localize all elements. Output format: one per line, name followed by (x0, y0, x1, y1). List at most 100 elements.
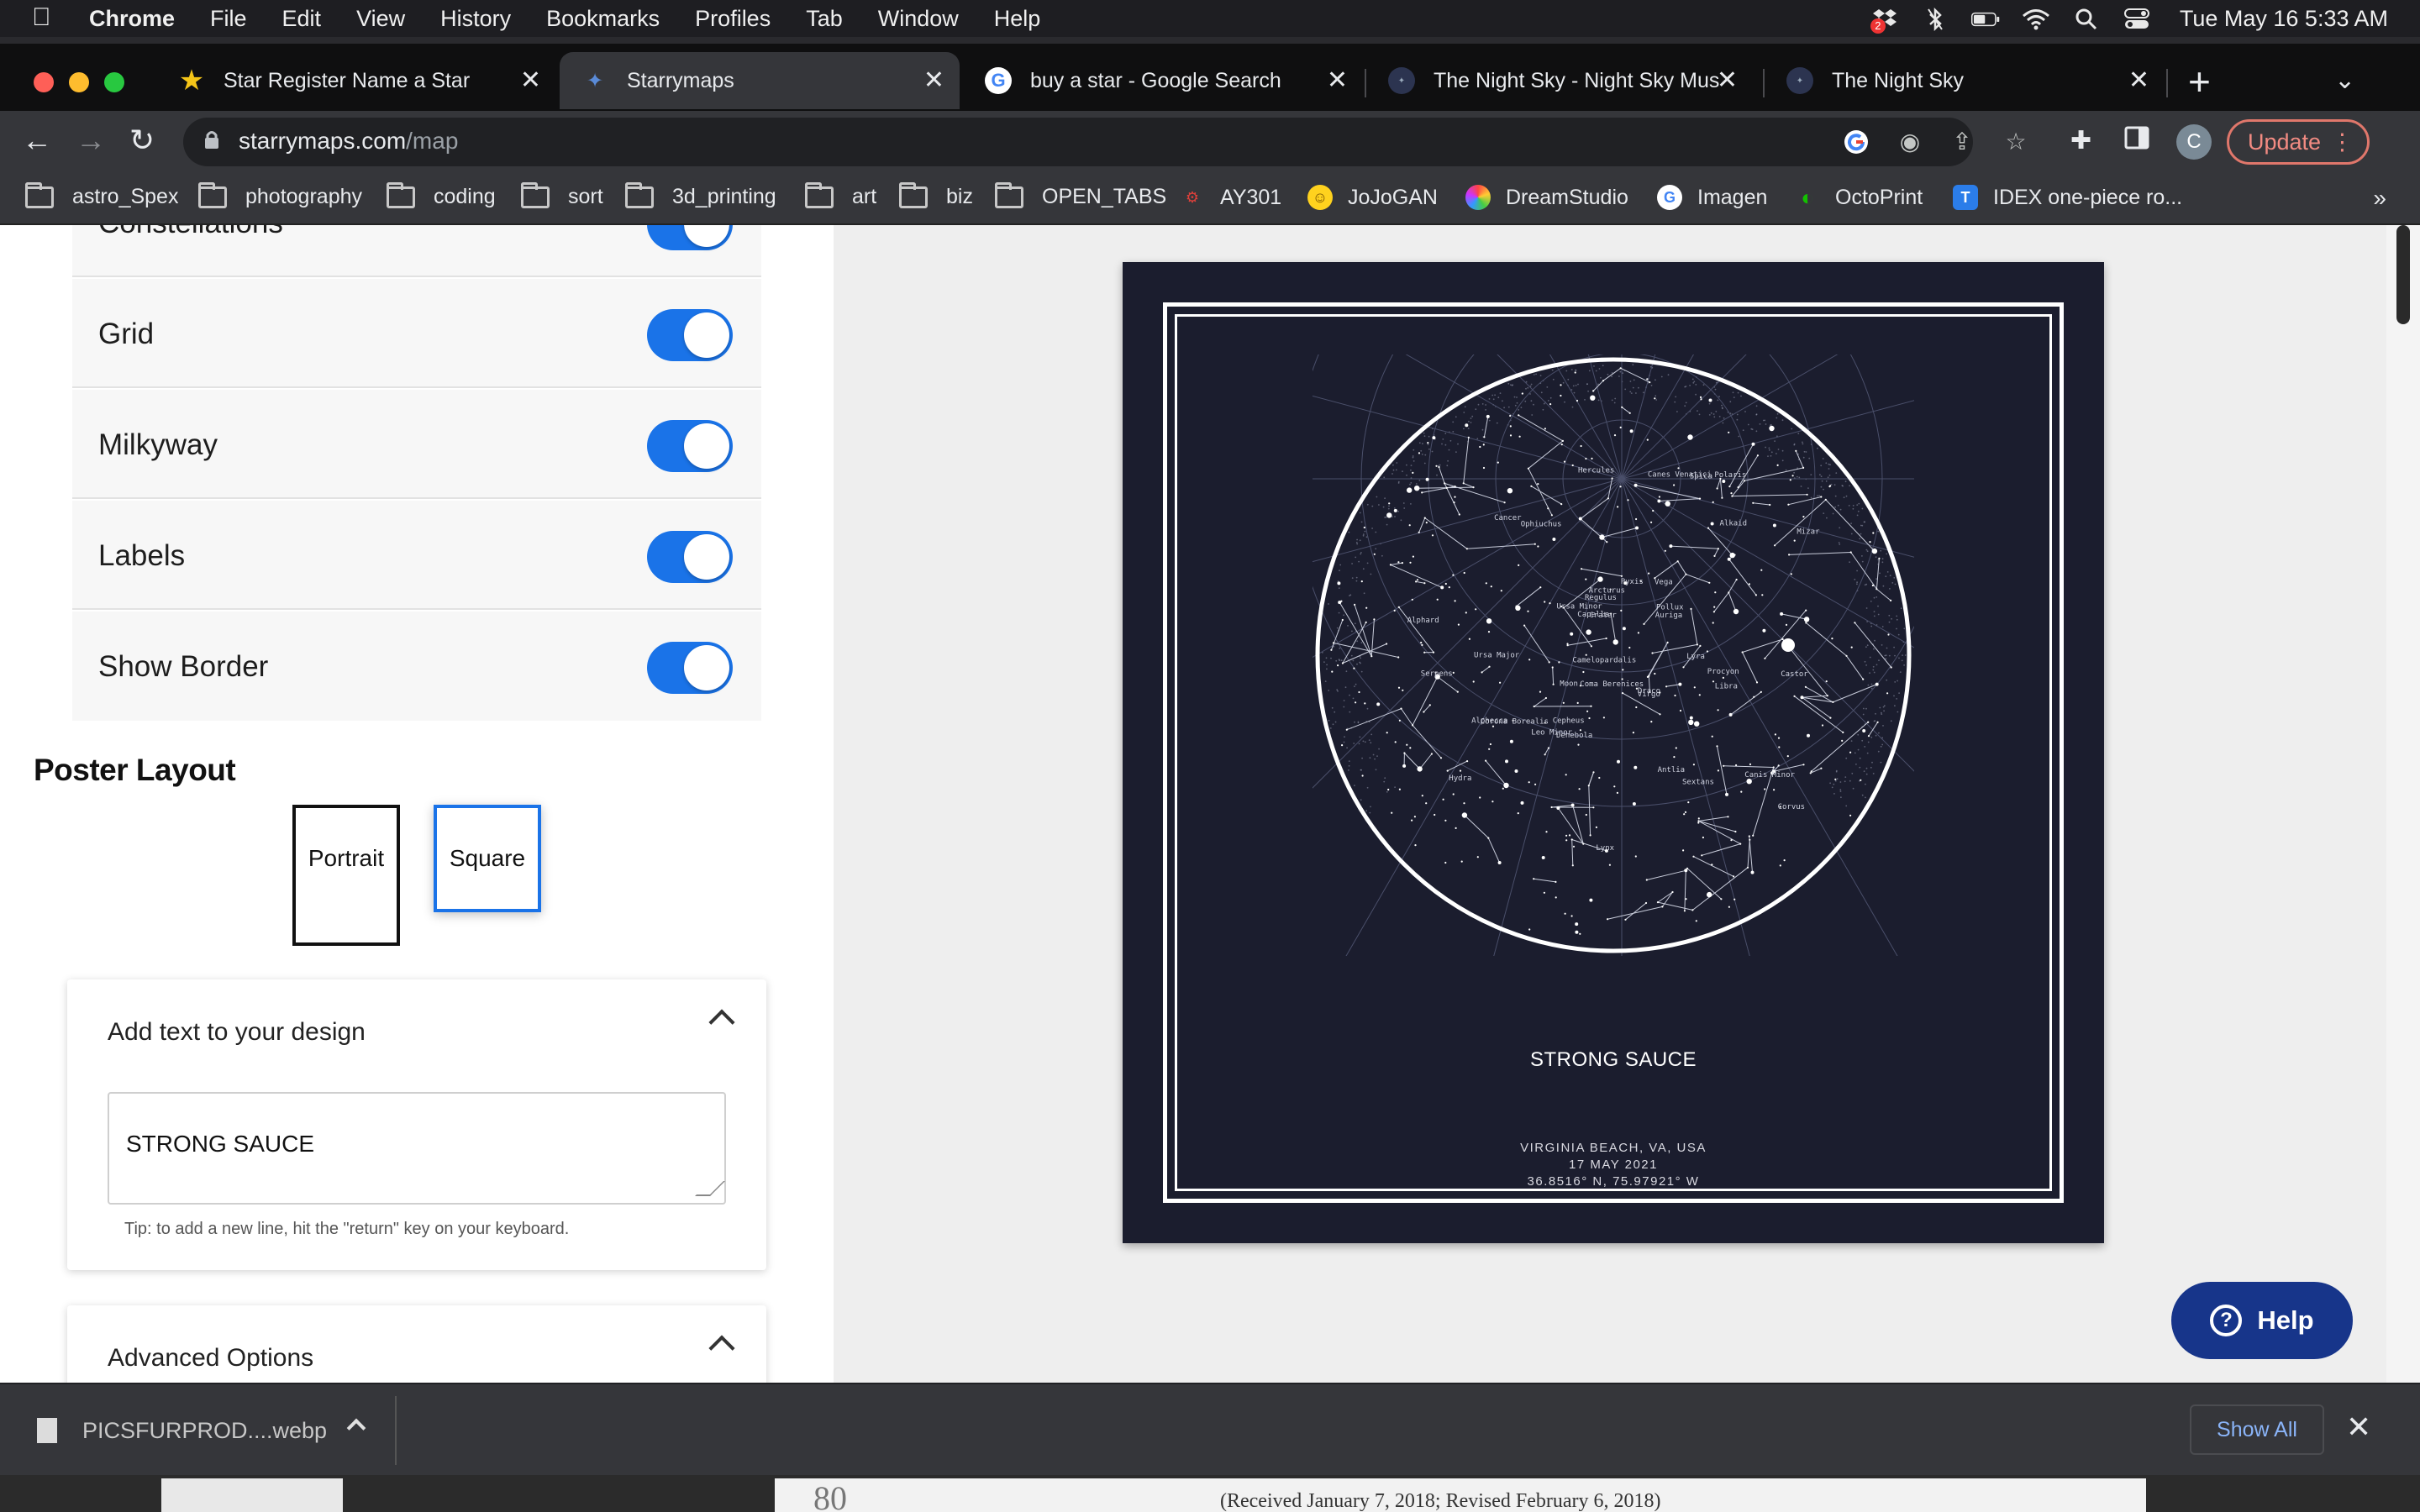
milkyway-toggle-switch[interactable] (647, 420, 733, 472)
back-arrow-icon[interactable]: ← (22, 123, 52, 158)
bookmark-idex[interactable]: T IDEX one-piece ro... (1953, 185, 2182, 210)
menu-window[interactable]: Window (878, 6, 959, 32)
star (1616, 791, 1618, 795)
bookmark-star-icon[interactable]: ☆ (2002, 128, 2030, 156)
constellations-toggle-switch[interactable] (647, 225, 733, 250)
layout-portrait-option[interactable]: Portrait (292, 805, 400, 946)
menu-help[interactable]: Help (994, 6, 1041, 32)
menu-app-chrome[interactable]: Chrome (89, 6, 175, 32)
tab-night-sky-museum[interactable]: ✦ The Night Sky - Night Sky Mus ✕ (1366, 52, 1753, 109)
more-options-icon[interactable]: ⋮ (2331, 122, 2354, 162)
forward-arrow-icon[interactable]: → (76, 123, 106, 158)
close-tab-icon[interactable]: ✕ (1327, 66, 1348, 95)
url-text[interactable]: starrymaps.com/map (239, 128, 458, 155)
spotlight-search-icon[interactable] (2072, 7, 2101, 32)
page-scrollbar[interactable] (2386, 225, 2420, 1383)
side-panel-icon[interactable] (2124, 126, 2149, 156)
new-tab-plus-icon[interactable]: + (2188, 59, 2211, 104)
download-item-name[interactable]: PICSFURPROD....webp (82, 1418, 327, 1444)
toggle-row-show-border[interactable]: Show Border (72, 612, 761, 721)
star (1585, 457, 1587, 460)
toggle-row-labels[interactable]: Labels (72, 501, 761, 610)
constellation-label: Procyon (1707, 668, 1739, 676)
milkyway-dot (1878, 732, 1880, 734)
bookmark-ay301[interactable]: ⚙ AY301 (1180, 185, 1281, 210)
bookmark-octoprint[interactable]: ◐ OctoPrint (1795, 185, 1923, 210)
apple-menu-icon[interactable]:  (32, 3, 51, 32)
bookmark-folder-coding[interactable]: coding (387, 181, 496, 209)
close-tab-icon[interactable]: ✕ (923, 66, 944, 95)
milkyway-dot (1879, 572, 1881, 575)
toggle-row-constellations[interactable]: Constellations (72, 225, 761, 277)
bookmark-folder-astro-spex[interactable]: astro_Spex (25, 181, 178, 209)
more-bookmarks-chevron-icon[interactable]: » (2373, 185, 2386, 212)
chevron-up-icon[interactable] (708, 1335, 735, 1362)
maximize-window-button[interactable] (104, 72, 124, 92)
toggle-row-milkyway[interactable]: Milkyway (72, 390, 761, 499)
bluetooth-icon[interactable] (1921, 7, 1949, 32)
extensions-puzzle-icon[interactable]: ✚ (2070, 126, 2091, 155)
tracking-blocked-eye-icon[interactable]: ◉ (1896, 128, 1924, 156)
address-bar[interactable]: starrymaps.com/map ◉ ⇪ ☆ (183, 118, 2027, 166)
close-window-button[interactable] (34, 72, 54, 92)
update-button[interactable]: Update ⋮ (2227, 119, 2370, 165)
milkyway-dot (1655, 399, 1658, 401)
poster-text-input[interactable]: STRONG SAUCE (108, 1092, 726, 1205)
lock-icon[interactable] (203, 129, 220, 150)
bookmark-folder-art[interactable]: art (805, 181, 876, 209)
bookmark-imagen[interactable]: G Imagen (1657, 185, 1767, 210)
menu-file[interactable]: File (210, 6, 247, 32)
google-lens-icon[interactable] (1842, 128, 1870, 156)
menu-view[interactable]: View (356, 6, 405, 32)
help-button[interactable]: ? Help (2171, 1282, 2353, 1359)
share-icon[interactable]: ⇪ (1948, 128, 1976, 156)
control-center-icon[interactable] (2123, 7, 2151, 32)
show-border-toggle-switch[interactable] (647, 642, 733, 694)
profile-avatar[interactable]: C (2176, 124, 2212, 160)
menu-profiles[interactable]: Profiles (695, 6, 771, 32)
bookmark-jojogan[interactable]: ☺ JoJoGAN (1307, 185, 1438, 210)
close-tab-icon[interactable]: ✕ (1717, 66, 1738, 95)
advanced-options-heading[interactable]: Advanced Options (108, 1344, 313, 1373)
scrollbar-thumb[interactable] (2396, 225, 2410, 324)
milkyway-dot (1881, 743, 1884, 746)
star (1714, 591, 1717, 594)
battery-icon[interactable] (1970, 7, 2000, 32)
reload-icon[interactable]: ↻ (129, 123, 155, 158)
close-downloads-icon[interactable]: ✕ (2346, 1410, 2371, 1445)
chevron-up-icon[interactable] (346, 1418, 366, 1438)
star (1713, 554, 1716, 557)
tab-google-search[interactable]: G buy a star - Google Search ✕ (963, 52, 1363, 109)
tab-search-chevron-icon[interactable]: ⌄ (2334, 66, 2355, 95)
bookmark-folder-sort[interactable]: sort (521, 181, 603, 209)
close-tab-icon[interactable]: ✕ (520, 66, 541, 95)
layout-square-option[interactable]: Square (434, 805, 541, 912)
menu-tab[interactable]: Tab (806, 6, 843, 32)
star (1389, 564, 1392, 566)
bookmark-folder-open-tabs[interactable]: OPEN_TABS (995, 181, 1166, 209)
minimize-window-button[interactable] (69, 72, 89, 92)
chevron-up-icon[interactable] (708, 1009, 735, 1036)
menu-clock[interactable]: Tue May 16 5:33 AM (2180, 6, 2388, 32)
constellation-line (1404, 753, 1420, 769)
toggle-row-grid[interactable]: Grid (72, 279, 761, 388)
dropbox-icon[interactable]: 2 (1870, 7, 1899, 34)
add-text-heading[interactable]: Add text to your design (108, 1018, 366, 1047)
menu-history[interactable]: History (440, 6, 511, 32)
resize-grip-icon[interactable] (695, 1181, 725, 1196)
menu-edit[interactable]: Edit (282, 6, 322, 32)
bookmark-folder-biz[interactable]: biz (899, 181, 973, 209)
bookmark-folder-photography[interactable]: photography (198, 181, 362, 209)
grid-toggle-switch[interactable] (647, 309, 733, 361)
tab-starrymaps[interactable]: ✦ Starrymaps ✕ (560, 52, 960, 109)
menu-bookmarks[interactable]: Bookmarks (546, 6, 660, 32)
tab-star-register[interactable]: ★ Star Register Name a Star ✕ (156, 52, 556, 109)
bookmark-dreamstudio[interactable]: DreamStudio (1465, 185, 1628, 210)
close-tab-icon[interactable]: ✕ (2128, 66, 2149, 95)
milkyway-dot (1527, 386, 1529, 389)
wifi-icon[interactable] (2022, 7, 2050, 32)
labels-toggle-switch[interactable] (647, 531, 733, 583)
tab-night-sky[interactable]: ✦ The Night Sky ✕ (1765, 52, 2165, 109)
show-all-button[interactable]: Show All (2190, 1404, 2324, 1455)
bookmark-folder-3d-printing[interactable]: 3d_printing (625, 181, 776, 209)
